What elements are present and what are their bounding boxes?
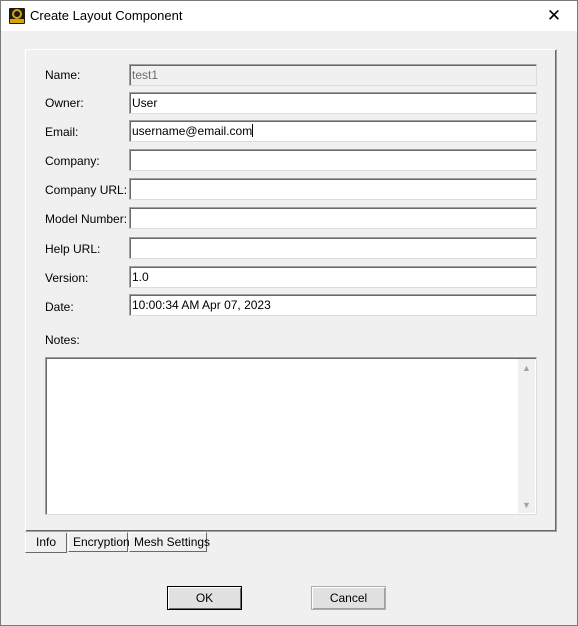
date-field[interactable]: 10:00:34 AM Apr 07, 2023 bbox=[129, 294, 537, 316]
version-field[interactable]: 1.0 bbox=[129, 266, 537, 288]
model-number-label: Model Number: bbox=[45, 212, 128, 226]
owner-field[interactable]: User bbox=[129, 92, 537, 114]
notes-scrollbar[interactable]: ▲ ▼ bbox=[518, 359, 535, 513]
window-title: Create Layout Component bbox=[30, 8, 183, 23]
tab-info[interactable]: Info bbox=[25, 533, 67, 553]
scroll-up-icon[interactable]: ▲ bbox=[518, 359, 535, 376]
notes-label: Notes: bbox=[45, 333, 80, 347]
company-label: Company: bbox=[45, 154, 100, 168]
close-button[interactable]: ✕ bbox=[531, 1, 577, 31]
name-field: test1 bbox=[129, 64, 537, 86]
company-url-label: Company URL: bbox=[45, 183, 128, 197]
tab-encryption[interactable]: Encryption bbox=[68, 532, 130, 552]
help-url-label: Help URL: bbox=[45, 242, 101, 256]
date-label: Date: bbox=[45, 300, 74, 314]
model-number-field[interactable] bbox=[129, 207, 537, 229]
notes-textarea[interactable]: ▲ ▼ bbox=[45, 357, 537, 515]
version-label: Version: bbox=[45, 271, 89, 285]
title-bar[interactable]: Create Layout Component ✕ bbox=[1, 1, 577, 31]
company-field[interactable] bbox=[129, 149, 537, 171]
help-url-field[interactable] bbox=[129, 237, 537, 259]
tab-mesh-settings[interactable]: Mesh Settings bbox=[129, 532, 210, 552]
create-layout-component-dialog: Create Layout Component ✕ Name: Owner: E… bbox=[0, 0, 578, 626]
ok-button[interactable]: OK bbox=[167, 586, 242, 610]
close-icon: ✕ bbox=[546, 6, 562, 25]
email-label: Email: bbox=[45, 125, 79, 139]
name-label: Name: bbox=[45, 68, 81, 82]
cancel-button[interactable]: Cancel bbox=[311, 586, 386, 610]
email-field-value: username@email.com bbox=[132, 124, 253, 138]
app-logo-icon bbox=[9, 8, 25, 24]
owner-label: Owner: bbox=[45, 96, 84, 110]
email-field[interactable]: username@email.com bbox=[129, 120, 537, 142]
company-url-field[interactable] bbox=[129, 178, 537, 200]
text-caret bbox=[252, 124, 254, 137]
scroll-down-icon[interactable]: ▼ bbox=[518, 496, 535, 513]
